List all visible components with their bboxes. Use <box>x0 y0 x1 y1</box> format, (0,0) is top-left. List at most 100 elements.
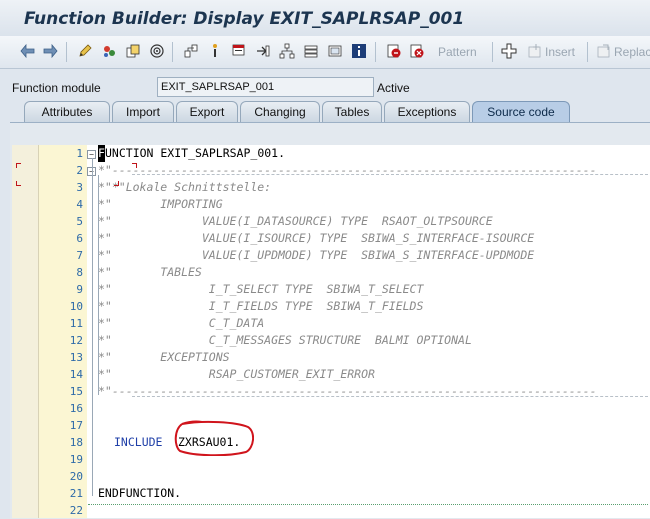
code-line[interactable]: 16 <box>12 400 650 417</box>
comment-text: *" EXCEPTIONS <box>98 350 230 364</box>
comment-text: *" IMPORTING <box>98 197 223 211</box>
window-title: Function Builder: Display EXIT_SAPLRSAP_… <box>24 9 465 29</box>
code-line[interactable]: 3 *"*"Lokale Schnittstelle: <box>12 179 650 196</box>
where-used-icon[interactable] <box>149 43 165 59</box>
line-number: 5 <box>76 215 83 228</box>
insert-line-icon[interactable] <box>527 43 543 59</box>
object-list-icon[interactable] <box>183 43 199 59</box>
application-toolbar: Pattern Insert Replac <box>0 36 650 69</box>
line-number: 22 <box>69 504 83 517</box>
code-line[interactable]: 20 <box>12 468 650 485</box>
comment-text: *" RSAP_CUSTOMER_EXIT_ERROR <box>98 367 375 381</box>
forward-icon[interactable] <box>42 43 58 59</box>
code-line[interactable]: 1 F UNCTION EXIT_SAPLRSAP_001. <box>12 145 650 162</box>
code-line[interactable]: 15 *"------------------------------------… <box>12 383 650 400</box>
pattern-button[interactable]: Pattern <box>438 45 477 59</box>
toolbar-separator <box>172 42 173 62</box>
line-number: 9 <box>76 283 83 296</box>
toolbar-separator <box>587 42 588 62</box>
tab-import[interactable]: Import <box>112 101 174 122</box>
info-icon[interactable] <box>351 43 367 59</box>
code-line[interactable]: 17 <box>12 417 650 434</box>
code-line[interactable]: 9 *" I_T_SELECT TYPE SBIWA_T_SELECT <box>12 281 650 298</box>
code-line[interactable]: 12 *" C_T_MESSAGES STRUCTURE BALMI OPTION… <box>12 332 650 349</box>
title-bar: Function Builder: Display EXIT_SAPLRSAP_… <box>0 0 650 36</box>
pencil-icon[interactable] <box>77 43 93 59</box>
separator-line <box>132 174 648 175</box>
code-line[interactable]: 7 *" VALUE(I_UPDMODE) TYPE SBIWA_S_INTERF… <box>12 247 650 264</box>
code-line[interactable]: 13 *" EXCEPTIONS <box>12 349 650 366</box>
insert-button[interactable]: Insert <box>545 45 575 59</box>
line-number: 3 <box>76 181 83 194</box>
function-module-row: Function module EXIT_SAPLRSAP_001 Active <box>0 76 650 100</box>
comment-text: *" I_T_SELECT TYPE SBIWA_T_SELECT <box>98 282 424 296</box>
line-number: 8 <box>76 266 83 279</box>
line-number: 6 <box>76 232 83 245</box>
source-code-editor[interactable]: 1 F UNCTION EXIT_SAPLRSAP_001. 2 *"---------… <box>12 145 650 518</box>
tab-changing[interactable]: Changing <box>240 101 320 122</box>
comment-text: *"--------------------------------------… <box>98 384 597 398</box>
editor-bottom-line <box>88 504 648 505</box>
tab-tables[interactable]: Tables <box>322 101 382 122</box>
toolbar-separator <box>375 42 376 62</box>
stack-icon[interactable] <box>231 43 247 59</box>
code-line[interactable]: 6 *" VALUE(I_ISOURCE) TYPE SBIWA_S_INTERF… <box>12 230 650 247</box>
code-line[interactable]: 21 ENDFUNCTION. <box>12 485 650 502</box>
comment-text: *" VALUE(I_UPDMODE) TYPE SBIWA_S_INTERFA… <box>98 248 535 262</box>
comment-block-guide <box>98 175 99 395</box>
line-number: 15 <box>69 385 83 398</box>
display-change-icon[interactable] <box>101 43 117 59</box>
line-number: 21 <box>69 487 83 500</box>
session-breakpoint-icon[interactable] <box>409 43 425 59</box>
line-number: 2 <box>76 164 83 177</box>
code-line[interactable]: 19 <box>12 451 650 468</box>
status-text: Active <box>377 81 410 95</box>
comment-text: *" VALUE(I_ISOURCE) TYPE SBIWA_S_INTERFA… <box>98 231 535 245</box>
code-line[interactable]: 18 INCLUDE ZXRSAU01. <box>12 434 650 451</box>
line-number: 7 <box>76 249 83 262</box>
annotation-circle <box>174 420 254 456</box>
code-line[interactable]: 2 *"-------------------------------------… <box>12 162 650 179</box>
navigation-icon[interactable] <box>255 43 271 59</box>
text-cursor: F <box>98 145 105 162</box>
tab-source-code[interactable]: Source code <box>472 101 570 122</box>
hierarchy-icon[interactable] <box>279 43 295 59</box>
red-corner-mark <box>16 163 21 168</box>
back-icon[interactable] <box>20 43 36 59</box>
code-line[interactable]: 11 *" C_T_DATA <box>12 315 650 332</box>
activate-icon[interactable] <box>125 43 141 59</box>
function-module-label: Function module <box>12 81 101 95</box>
tab-exceptions[interactable]: Exceptions <box>384 101 470 122</box>
code-line[interactable]: 4 *" IMPORTING <box>12 196 650 213</box>
replace-icon[interactable] <box>596 43 612 59</box>
line-number: 4 <box>76 198 83 211</box>
line-number: 13 <box>69 351 83 364</box>
line-number: 16 <box>69 402 83 415</box>
code-line[interactable]: 8 *" TABLES <box>12 264 650 281</box>
insert-icon[interactable] <box>501 43 517 59</box>
replace-button[interactable]: Replac <box>614 45 650 59</box>
comment-text: *"*"Lokale Schnittstelle: <box>98 180 272 194</box>
code-line[interactable]: 5 *" VALUE(I_DATASOURCE) TYPE RSAOT_OLTPS… <box>12 213 650 230</box>
tab-export[interactable]: Export <box>176 101 238 122</box>
code-text: ENDFUNCTION. <box>98 486 182 500</box>
code-line[interactable]: 14 *" RSAP_CUSTOMER_EXIT_ERROR <box>12 366 650 383</box>
red-corner-mark <box>132 163 137 168</box>
red-corner-mark <box>114 181 119 186</box>
code-line[interactable]: 10 *" I_T_FIELDS TYPE SBIWA_T_FIELDS <box>12 298 650 315</box>
tab-attributes[interactable]: Attributes <box>24 101 110 122</box>
comment-text: *" I_T_FIELDS TYPE SBIWA_T_FIELDS <box>98 299 424 313</box>
line-number: 10 <box>69 300 83 313</box>
function-module-field[interactable]: EXIT_SAPLRSAP_001 <box>157 77 374 97</box>
display-object-icon[interactable] <box>303 43 319 59</box>
breakpoint-icon[interactable] <box>386 43 402 59</box>
function-block-guide <box>92 158 93 496</box>
toolbar-separator <box>66 42 67 62</box>
frame-icon[interactable] <box>327 43 343 59</box>
separator-line <box>132 396 648 397</box>
line-number: 18 <box>69 436 83 449</box>
red-corner-mark <box>16 181 21 186</box>
line-number: 17 <box>69 419 83 432</box>
cursor-icon[interactable] <box>207 43 223 59</box>
comment-text: *" VALUE(I_DATASOURCE) TYPE RSAOT_OLTPSO… <box>98 214 493 228</box>
